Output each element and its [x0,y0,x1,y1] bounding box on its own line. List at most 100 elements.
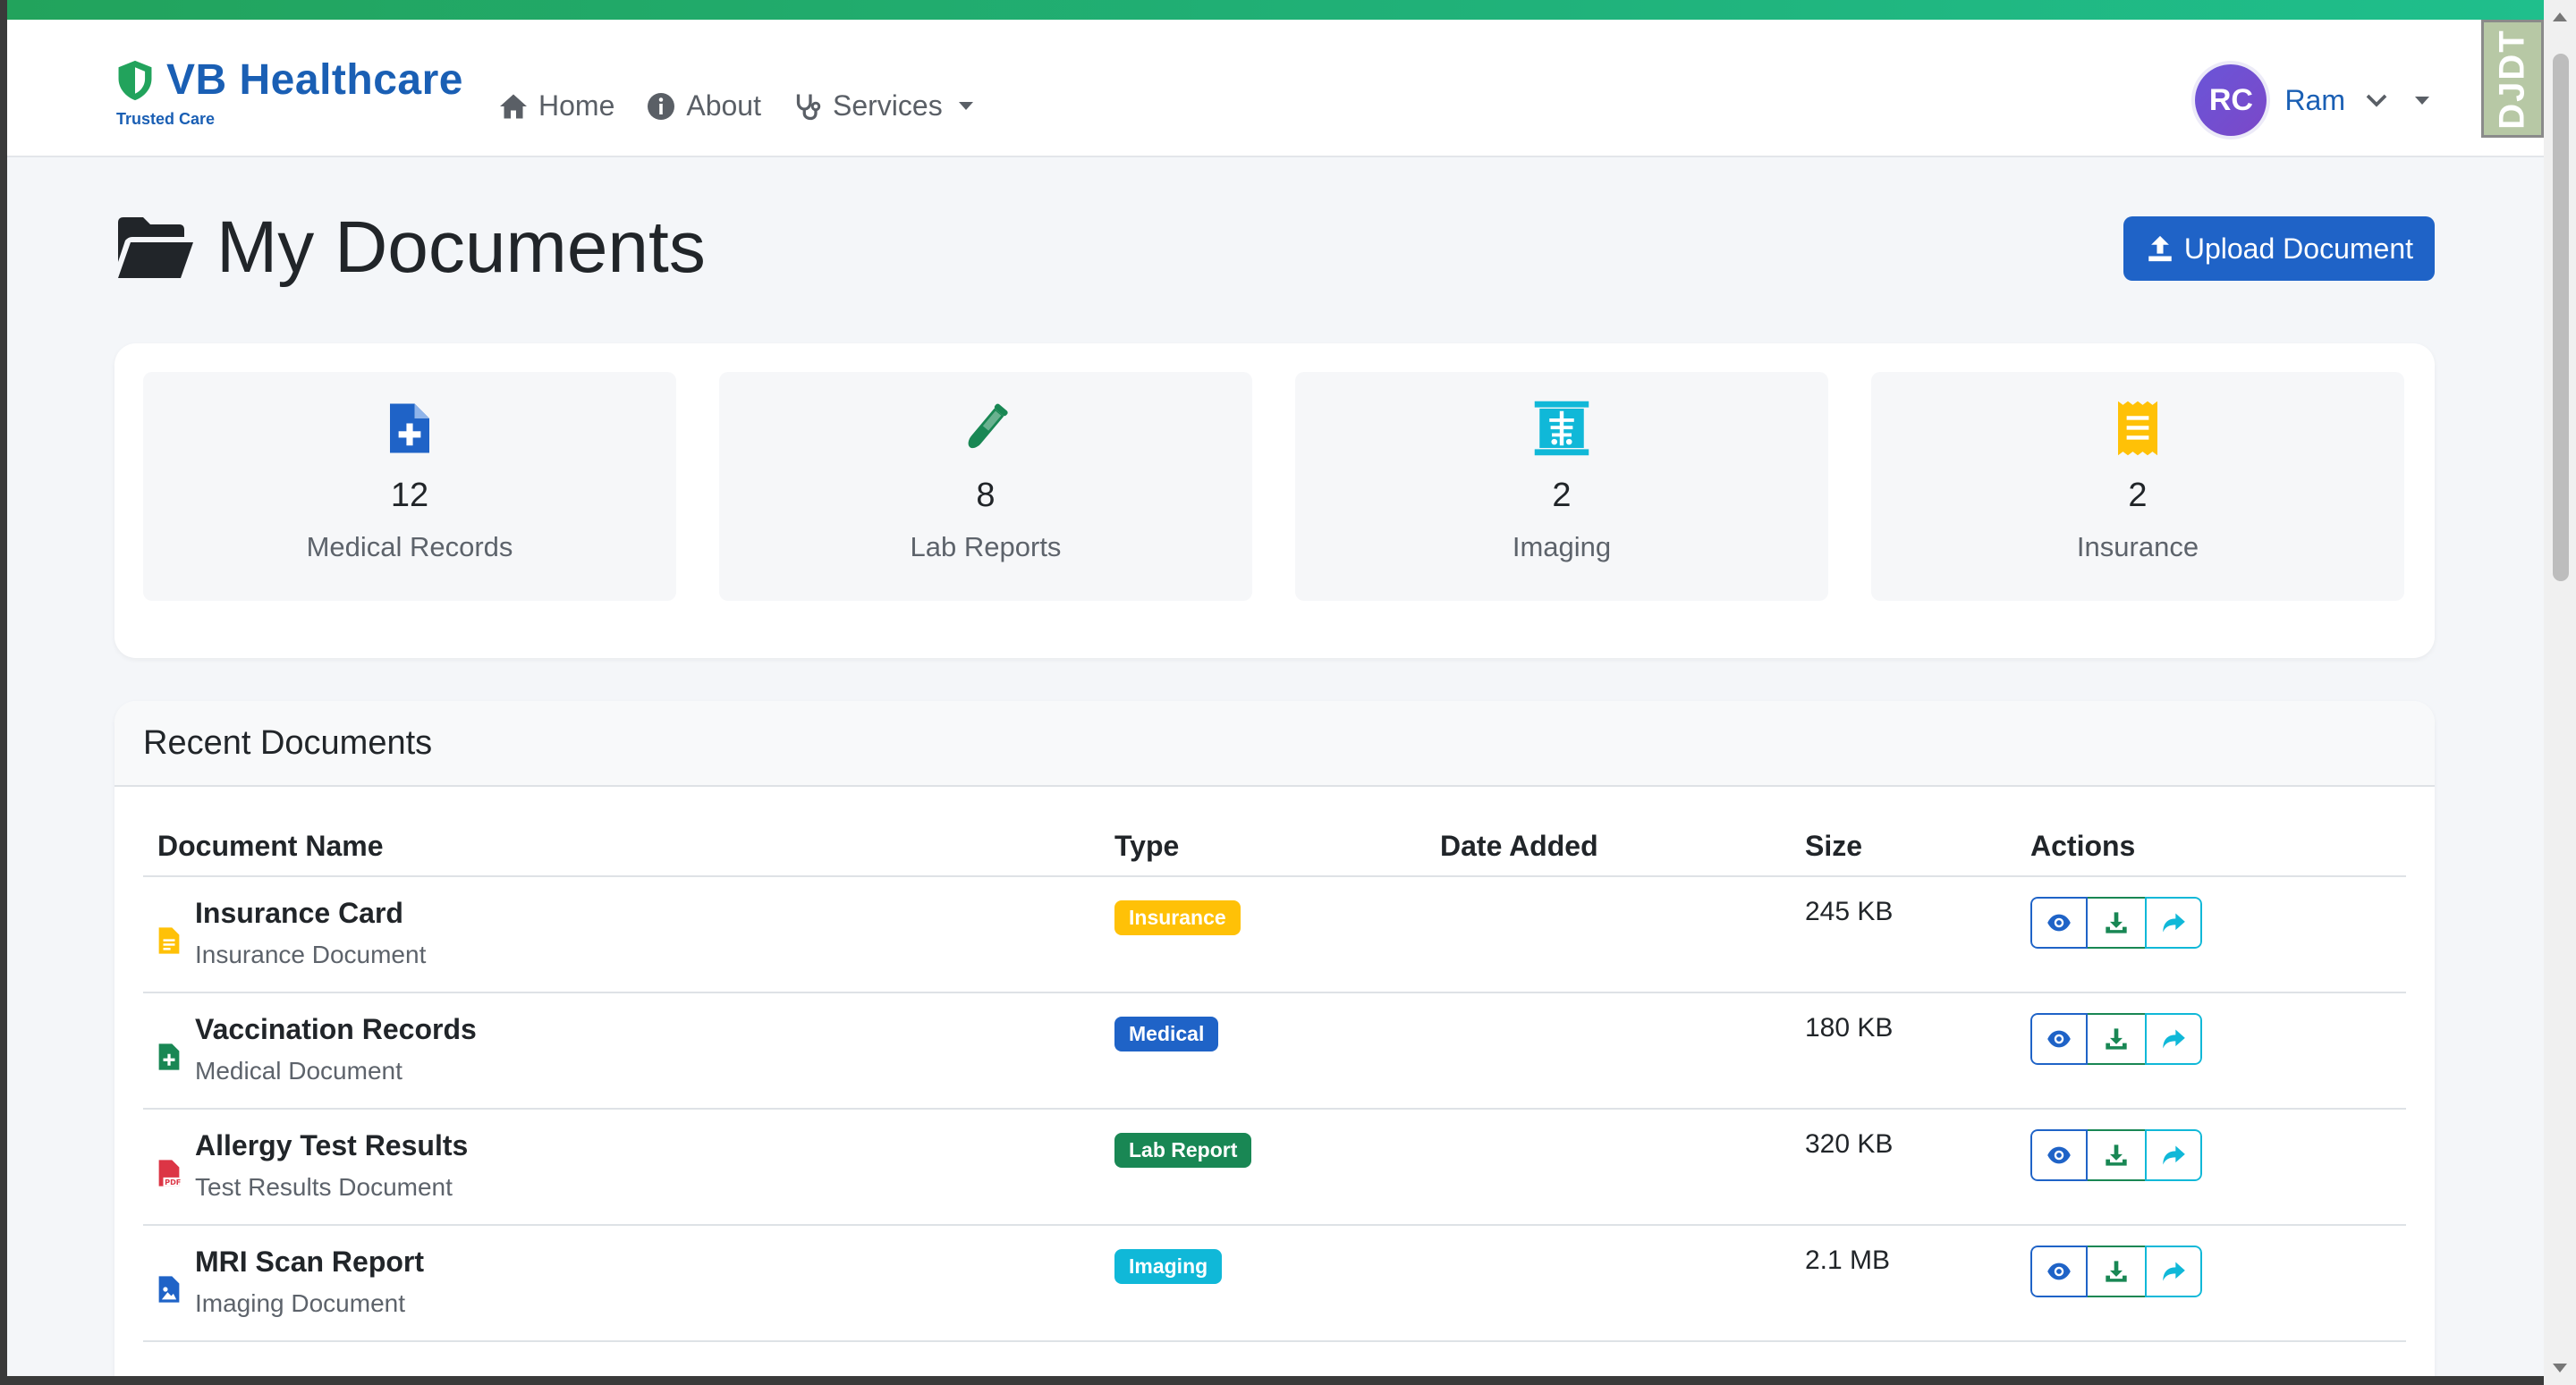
nav-about-label: About [686,89,761,122]
stat-label: Insurance [2076,531,2199,562]
column-header-type[interactable]: Type [1100,817,1426,877]
stat-count: 8 [976,477,996,514]
stat-label: Lab Reports [910,531,1062,562]
download-button[interactable] [2088,1246,2145,1297]
file-image-icon [158,1276,180,1303]
file-size: 180 KB [1791,992,2016,1110]
upload-document-button[interactable]: Upload Document [2123,216,2435,281]
brand[interactable]: VB Healthcare Trusted Care [114,55,463,129]
document-name[interactable]: Insurance Card [195,897,426,930]
debug-toolbar-handle[interactable]: DJDT [2481,20,2544,138]
type-badge: Insurance [1114,900,1241,935]
file-medical-icon [158,1043,180,1070]
document-category: Imaging Document [195,1289,406,1317]
upload-icon [2148,235,2172,262]
info-circle-icon [648,92,675,120]
stethoscope-icon [796,94,821,120]
nav-services-dropdown[interactable]: Services [792,89,973,122]
view-button[interactable] [2030,897,2088,949]
date-added [1426,992,1791,1110]
column-header-actions: Actions [2016,817,2406,877]
file-size: 2.1 MB [1791,1225,2016,1342]
document-category: Insurance Document [195,941,427,968]
view-button[interactable] [2030,1246,2088,1297]
nav-home[interactable]: Home [497,89,614,122]
receipt-icon [2118,401,2157,456]
stat-lab-reports[interactable]: 8 Lab Reports [719,372,1252,601]
page-heading: My Documents [216,207,706,288]
table-row[interactable]: MRI Scan Report Imaging Document Imaging… [143,1225,2406,1342]
recent-documents-card: Recent Documents Document Name Type Date… [114,701,2435,1376]
documents-table: Document Name Type Date Added Size Actio… [143,817,2406,1342]
table-row[interactable]: PDF Allergy Test Results Test Results Do… [143,1109,2406,1226]
download-button[interactable] [2088,1129,2145,1181]
share-button[interactable] [2145,1129,2202,1181]
type-badge: Imaging [1114,1249,1223,1284]
column-header-date[interactable]: Date Added [1426,817,1791,877]
view-button[interactable] [2030,1013,2088,1065]
share-button[interactable] [2145,1246,2202,1297]
share-button[interactable] [2145,1013,2202,1065]
download-button[interactable] [2088,1013,2145,1065]
browser-viewport: VB Healthcare Trusted Care Home About Se… [7,0,2544,1376]
nav-home-label: Home [538,89,615,122]
recent-documents-title: Recent Documents [143,723,433,762]
avatar: RC [2195,64,2267,136]
table-row[interactable]: Insurance Card Insurance Document Insura… [143,876,2406,993]
row-actions [2030,1129,2202,1181]
type-badge: Lab Report [1114,1133,1252,1168]
scrollbar-thumb[interactable] [2553,54,2569,581]
stat-medical-records[interactable]: 12 Medical Records [143,372,676,601]
view-button[interactable] [2030,1129,2088,1181]
home-icon [500,94,527,118]
column-header-size[interactable]: Size [1791,817,2016,877]
stat-label: Imaging [1512,531,1612,562]
scroll-up-arrow-icon[interactable] [2553,13,2567,21]
file-medical-icon [390,403,429,453]
stat-imaging[interactable]: 2 Imaging [1295,372,1828,601]
brand-name: VB Healthcare [166,56,463,104]
share-button[interactable] [2145,897,2202,949]
download-icon [2106,1261,2127,1282]
page-title: My Documents [114,206,706,290]
stat-label: Medical Records [306,531,513,562]
table-header-row: Document Name Type Date Added Size Actio… [143,817,2406,877]
stat-insurance[interactable]: 2 Insurance [1871,372,2404,601]
x-ray-icon [1534,401,1589,456]
stat-count: 12 [390,477,429,514]
date-added [1426,876,1791,993]
download-button[interactable] [2088,897,2145,949]
file-size: 245 KB [1791,876,2016,993]
vertical-scrollbar[interactable] [2544,0,2576,1385]
share-icon [2163,1029,2185,1049]
type-badge: Medical [1114,1017,1219,1051]
scroll-down-arrow-icon[interactable] [2553,1364,2567,1372]
caret-down-icon [958,102,973,110]
file-size: 320 KB [1791,1109,2016,1226]
nav-services-label: Services [832,89,943,122]
nav-about[interactable]: About [645,89,761,122]
table-row[interactable]: Vaccination Records Medical Document Med… [143,992,2406,1110]
nav-links: Home About Services [497,89,973,122]
user-name: Ram [2284,83,2345,116]
file-pdf-icon: PDF [158,1160,181,1187]
eye-icon [2047,914,2071,932]
debug-toolbar-label: DJDT [2492,28,2532,130]
eye-icon [2047,1030,2071,1048]
document-category: Test Results Document [195,1173,453,1201]
row-actions [2030,1246,2202,1297]
share-icon [2163,913,2185,933]
row-actions [2030,897,2202,949]
user-menu[interactable]: RC Ram [2195,64,2429,136]
document-name[interactable]: Allergy Test Results [195,1129,468,1162]
share-icon [2163,1145,2185,1165]
eye-icon [2047,1146,2071,1164]
document-name[interactable]: Vaccination Records [195,1013,477,1046]
column-header-name[interactable]: Document Name [143,817,1100,877]
vial-icon [968,403,1008,449]
share-icon [2163,1262,2185,1281]
stat-count: 2 [1552,477,1572,514]
document-name[interactable]: MRI Scan Report [195,1246,424,1279]
document-category: Medical Document [195,1057,402,1085]
svg-text:PDF: PDF [165,1178,181,1187]
